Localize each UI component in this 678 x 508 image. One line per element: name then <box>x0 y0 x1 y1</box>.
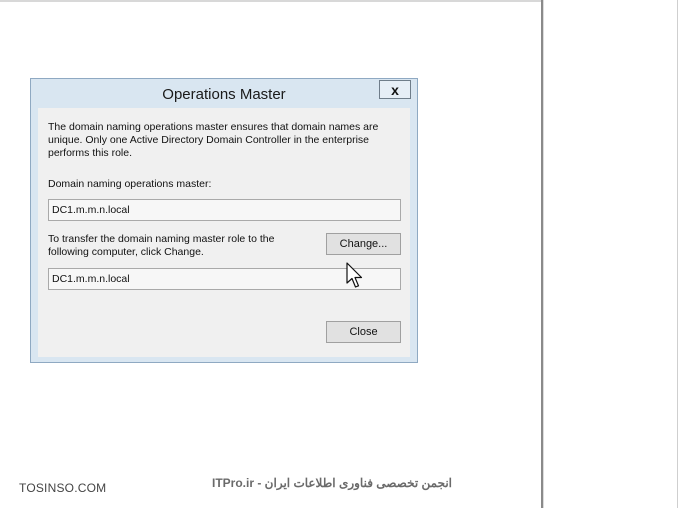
watermark-center: ITPro.ir - انجمن تخصصی فناوری اطلاعات ای… <box>212 476 452 490</box>
watermark-left: TOSINSO.COM <box>19 481 107 495</box>
current-master-field[interactable]: DC1.m.m.n.local <box>48 199 401 221</box>
transfer-instructions: To transfer the domain naming master rol… <box>48 233 275 258</box>
operations-master-dialog: Operations Master x The domain naming op… <box>30 78 418 363</box>
close-button[interactable]: Close <box>326 321 401 343</box>
current-master-label: Domain naming operations master: <box>48 178 212 190</box>
change-button[interactable]: Change... <box>326 233 401 255</box>
dialog-close-x-button[interactable]: x <box>379 80 411 99</box>
dialog-body: The domain naming operations master ensu… <box>38 108 410 357</box>
close-icon: x <box>391 81 399 98</box>
description-text: The domain naming operations master ensu… <box>48 121 379 159</box>
right-pane-divider-highlight <box>543 0 544 508</box>
mouse-pointer-icon <box>346 262 363 288</box>
right-pane <box>541 0 678 508</box>
dialog-title: Operations Master <box>162 86 286 103</box>
